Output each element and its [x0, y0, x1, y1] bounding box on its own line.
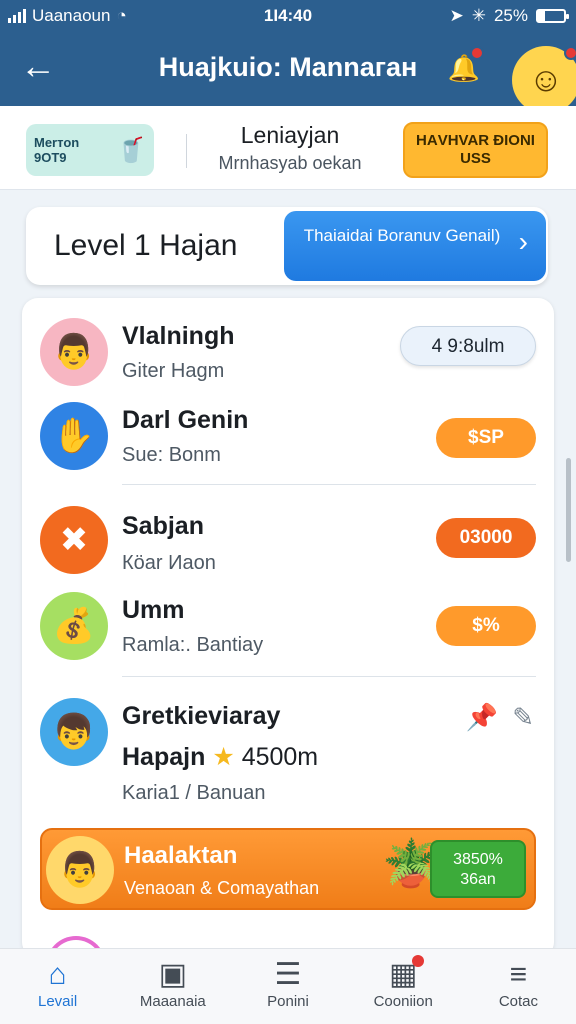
scrollbar[interactable] — [566, 458, 571, 562]
item-name: Darl Genin — [122, 406, 249, 434]
tab-document[interactable]: ☰ Ponini — [230, 949, 345, 1024]
drink-icon: 🥤 — [116, 136, 146, 164]
promo-button[interactable]: НАVНVAR ĐIONI USS — [403, 122, 548, 178]
top-bar: Uaanaoun ◔ 1Ι4:40 ➤ ✳ 25% ← Huajkuio: Ma… — [0, 0, 576, 114]
profile-badge — [564, 46, 576, 60]
list-item[interactable]: ✋ Darl Genin Sue: Bonm $SP — [22, 400, 554, 476]
bluetooth-icon: ✳ — [471, 6, 486, 25]
item-name: Vlalningh — [122, 322, 235, 350]
page-title: Huajkuio: Mannaган — [158, 52, 418, 82]
level-title: Level 1 Hajan — [54, 229, 238, 262]
pin-icon[interactable]: 📌 — [466, 702, 498, 733]
item-secondary-label: Hapajn — [122, 743, 206, 771]
item-subtitle: Ramla:. Bantiay — [122, 634, 264, 656]
battery-percent: 25% — [493, 6, 528, 25]
notification-badge — [470, 46, 484, 60]
profile-avatar-button[interactable]: ☺ — [512, 46, 576, 114]
item-secondary: Hapajn ★ 4500m — [122, 742, 318, 772]
item-subtitle: Karia1 / Banuan — [122, 782, 266, 804]
tab-label: Ponini — [267, 993, 309, 1010]
level-action-label: Thaiaidai Boranuv Genail) — [303, 226, 501, 245]
item-subtitle: Sue: Bonm — [122, 444, 221, 466]
home-icon: ⌂ — [48, 958, 67, 991]
pen-icon[interactable]: ✎ — [512, 702, 534, 733]
status-right: ➤ ✳ 25% — [449, 6, 569, 26]
list-item[interactable]: 👦 Gretkieviaray Hapajn ★ 4500m Karia1 / … — [22, 694, 554, 812]
promo-tag[interactable]: Мerтоn 9ОТ9 🥤 — [26, 124, 154, 176]
tab-label: Levail — [38, 993, 78, 1010]
battery-fill — [538, 11, 545, 21]
item-value[interactable]: $SP — [436, 418, 536, 458]
bottom-nav: ⌂ Levail ▣ Maaanaia ☰ Ponini ▦ Cooniion … — [0, 948, 576, 1024]
tab-label: Cooniion — [373, 993, 433, 1010]
person-avatar-icon: 👨 — [46, 836, 114, 904]
cross-avatar-icon: ✖ — [40, 506, 108, 574]
item-name: Umm — [122, 596, 185, 624]
tab-label: Cotac — [498, 993, 538, 1010]
notification-button[interactable]: 🔔 — [442, 46, 486, 90]
list-item[interactable]: 👨 Vlalningh Gitеr Hagm 4 9:8ulm — [22, 316, 554, 392]
promo-center-subtitle: Мrnhasyab oekan — [218, 153, 362, 173]
highlight-badge-line1: 3850% — [453, 851, 503, 868]
smiley-icon: ☺ — [528, 60, 564, 99]
tab-level[interactable]: ⌂ Levail — [0, 949, 115, 1024]
child-avatar-icon: 👦 — [40, 698, 108, 766]
promo-tag-text: Мerтоn 9ОТ9 — [34, 135, 80, 165]
item-value[interactable]: $% — [436, 606, 536, 646]
menu-icon: ≡ — [509, 958, 528, 991]
list-item[interactable]: 💰 Umm Ramla:. Bantiay $% — [22, 590, 554, 666]
level-action-button[interactable]: Thaiaidai Boranuv Genail) › — [284, 211, 546, 281]
tab-calendar[interactable]: ▦ Cooniion — [346, 949, 461, 1024]
promo-strip: Мerтоn 9ОТ9 🥤 Leniaуjan Мrnhasyab oekan … — [0, 106, 576, 190]
divider — [122, 676, 536, 677]
item-list: 👨 Vlalningh Gitеr Hagm 4 9:8ulm ✋ Darl G… — [22, 298, 554, 958]
status-bar: Uaanaoun ◔ 1Ι4:40 ➤ ✳ 25% — [0, 0, 576, 32]
app-header: ← Huajkuio: Mannaган 🔔 ☺ — [0, 32, 576, 114]
tab-badge — [411, 955, 424, 967]
tab-menu[interactable]: ≡ Cotac — [461, 949, 576, 1024]
item-secondary-value: 4500m — [241, 743, 319, 771]
location-icon: ➤ — [449, 6, 464, 25]
highlight-card[interactable]: 👨 Haalaktan Venaoan & Comayathan 🪴 3850%… — [40, 828, 536, 910]
promo-center-title: Leniaуjan — [240, 122, 340, 148]
person-avatar-icon: 👨 — [40, 318, 108, 386]
promo-center: Leniaуjan Мrnhasyab oekan — [200, 122, 380, 174]
item-value[interactable]: 03000 — [436, 518, 536, 558]
item-name: Gretkieviaray — [122, 702, 281, 730]
document-icon: ☰ — [274, 958, 302, 991]
star-icon: ★ — [212, 743, 235, 771]
tab-map[interactable]: ▣ Maaanaia — [115, 949, 230, 1024]
item-subtitle: Gitеr Hagm — [122, 360, 225, 382]
item-actions: 📌 ✎ — [466, 702, 534, 733]
map-icon: ▣ — [158, 958, 187, 991]
highlight-title: Haalaktan — [124, 842, 238, 869]
divider — [186, 134, 187, 168]
tab-label: Maaanaia — [139, 993, 206, 1010]
gold-bar-icon: 💰 — [40, 592, 108, 660]
battery-icon — [536, 9, 569, 23]
highlight-subtitle: Venaoan & Comayathan — [124, 878, 320, 898]
highlight-badge-line2: 36an — [460, 871, 496, 888]
item-subtitle: Кöar Иaon — [122, 552, 216, 574]
item-value[interactable]: 4 9:8ulm — [400, 326, 536, 366]
chevron-right-icon: › — [518, 226, 528, 257]
hand-avatar-icon: ✋ — [40, 402, 108, 470]
item-name: Sabjan — [122, 512, 204, 540]
divider — [122, 484, 536, 485]
highlight-badge[interactable]: 3850% 36an — [430, 840, 526, 898]
level-card: Level 1 Hajan Thaiaidai Boranuv Genail) … — [26, 207, 548, 285]
list-item[interactable]: ✖ Sabjan Кöar Иaon 03000 — [22, 504, 554, 580]
